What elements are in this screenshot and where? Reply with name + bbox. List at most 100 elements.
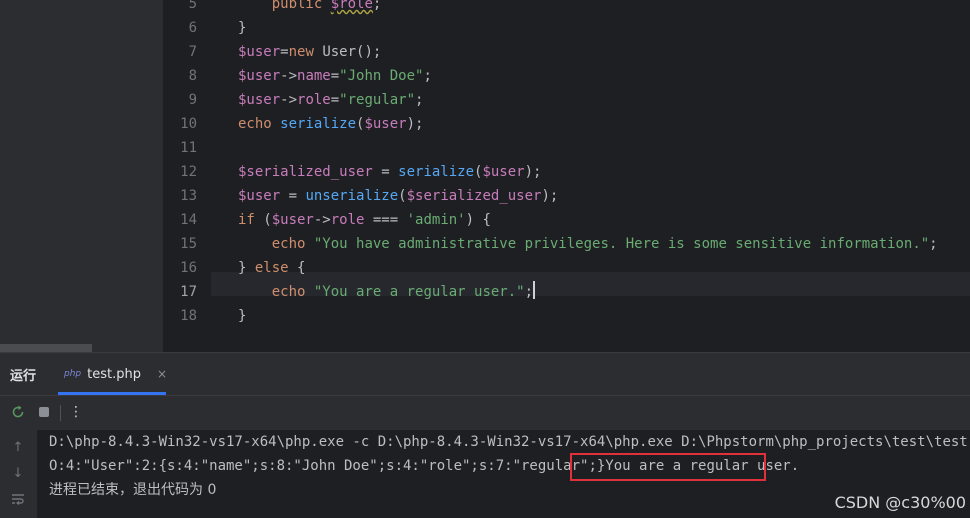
line-number: 5 [188, 0, 197, 12]
code-editor[interactable]: 5 6 7 8 9 10 11 12 13 14 15 16 17 18 public $role;} $u… [0, 0, 970, 352]
arrow-up-icon[interactable]: ↑ [10, 440, 26, 456]
code-line[interactable]: $user->role="regular"; [238, 88, 423, 112]
more-options-button[interactable]: ⋮ [68, 404, 84, 420]
code-token: ; [372, 0, 382, 12]
code-token: ; [415, 92, 424, 108]
code-token: ; [423, 68, 432, 84]
line-number: 12 [180, 164, 197, 180]
code-token: === [364, 212, 407, 228]
code-token: } [238, 260, 255, 276]
code-token: $user [482, 164, 525, 180]
run-panel-title: 运行 [10, 369, 37, 384]
code-token: ; [929, 236, 938, 252]
code-token: $serialized_user [238, 164, 373, 180]
code-line[interactable]: $user=new User(); [238, 40, 381, 64]
line-number: 10 [180, 116, 197, 132]
console-command-line: D:\php-8.4.3-Win32-vs17-x64\php.exe -c D… [49, 434, 970, 450]
line-number: 15 [180, 236, 197, 252]
code-line[interactable]: $serialized_user = serialize($user); [238, 160, 541, 184]
code-token: echo [271, 236, 306, 252]
code-line[interactable]: echo serialize($user); [238, 112, 423, 136]
code-line[interactable]: echo "You have administrative privileges… [238, 232, 938, 256]
code-token: new [288, 44, 314, 60]
code-token: name [297, 68, 331, 84]
horizontal-scrollbar[interactable] [0, 344, 92, 352]
soft-wrap-icon[interactable] [10, 492, 26, 508]
code-line[interactable]: public $role; [238, 0, 382, 16]
tab-test-php[interactable]: php test.php × [58, 353, 172, 395]
code-token: $user [364, 116, 407, 132]
code-line[interactable]: echo "You are a regular user."; [238, 280, 536, 304]
process-exit-message: 进程已结束，退出代码为 0 [49, 482, 217, 498]
code-token: "regular" [339, 92, 416, 108]
code-token: = [280, 188, 306, 204]
code-token: if [238, 212, 255, 228]
code-token: role [330, 212, 365, 228]
code-line[interactable]: } else { [238, 256, 305, 280]
code-token: = [330, 68, 340, 84]
code-token: serialize [398, 164, 475, 180]
code-token: ) { [465, 212, 491, 228]
line-number: 9 [188, 92, 197, 108]
line-number: 8 [188, 68, 197, 84]
code-token: else [254, 260, 289, 276]
code-token: "You are a regular user." [313, 284, 525, 300]
close-icon[interactable]: × [157, 367, 167, 381]
code-token: public [271, 0, 323, 12]
code-token: echo [238, 116, 272, 132]
line-number: 17 [180, 284, 197, 300]
php-icon: php [64, 369, 82, 379]
code-token: -> [313, 212, 331, 228]
code-token: = [280, 44, 289, 60]
line-number-gutter: 5 6 7 8 9 10 11 12 13 14 15 16 17 18 [163, 0, 211, 352]
text-caret [533, 281, 536, 299]
code-token: } [238, 308, 247, 324]
more-vertical-icon: ⋮ [69, 404, 83, 420]
code-token: $user [238, 188, 281, 204]
code-token: 'admin' [406, 212, 466, 228]
code-token: ; [524, 284, 534, 300]
line-number: 7 [188, 44, 197, 60]
code-token: ); [524, 164, 542, 180]
code-token: $user [238, 92, 281, 108]
code-token: $user [238, 68, 281, 84]
console-output[interactable]: D:\php-8.4.3-Win32-vs17-x64\php.exe -c D… [37, 430, 970, 518]
code-line[interactable]: $user = unserialize($serialized_user); [238, 184, 558, 208]
code-token: } [238, 20, 247, 36]
stop-button[interactable] [36, 404, 52, 420]
highlight-annotation-box [570, 453, 766, 481]
code-area[interactable]: public $role;} $user=new User(); $user->na… [211, 0, 970, 352]
line-number: 6 [188, 20, 197, 36]
code-token: = [372, 164, 399, 180]
code-token: ( [254, 212, 272, 228]
code-token: $user [238, 44, 281, 60]
run-tool-window-header: 运行 php test.php × [0, 353, 970, 395]
code-token: ); [406, 116, 424, 132]
rerun-icon [12, 405, 24, 418]
line-number: 11 [180, 140, 197, 156]
rerun-button[interactable] [10, 404, 26, 420]
code-token: -> [280, 92, 298, 108]
line-number: 13 [180, 188, 197, 204]
code-line[interactable]: $user->name="John Doe"; [238, 64, 432, 88]
arrow-down-icon[interactable]: ↓ [10, 466, 26, 482]
code-token: ( [398, 188, 407, 204]
watermark: CSDN @c30%00 [834, 493, 966, 512]
code-token: serialize [280, 116, 357, 132]
code-line[interactable]: if ($user->role === 'admin') { [238, 208, 491, 232]
code-token: echo [271, 284, 306, 300]
code-token: User(); [313, 44, 382, 60]
code-token: -> [280, 68, 298, 84]
code-line[interactable]: } [238, 304, 246, 328]
code-token: "John Doe" [339, 68, 424, 84]
stop-icon [39, 407, 49, 417]
project-panel [0, 0, 163, 352]
code-line[interactable]: } [238, 16, 246, 40]
serialized-output: O:4:"User":2:{s:4:"name";s:8:"John Doe";… [49, 458, 606, 474]
